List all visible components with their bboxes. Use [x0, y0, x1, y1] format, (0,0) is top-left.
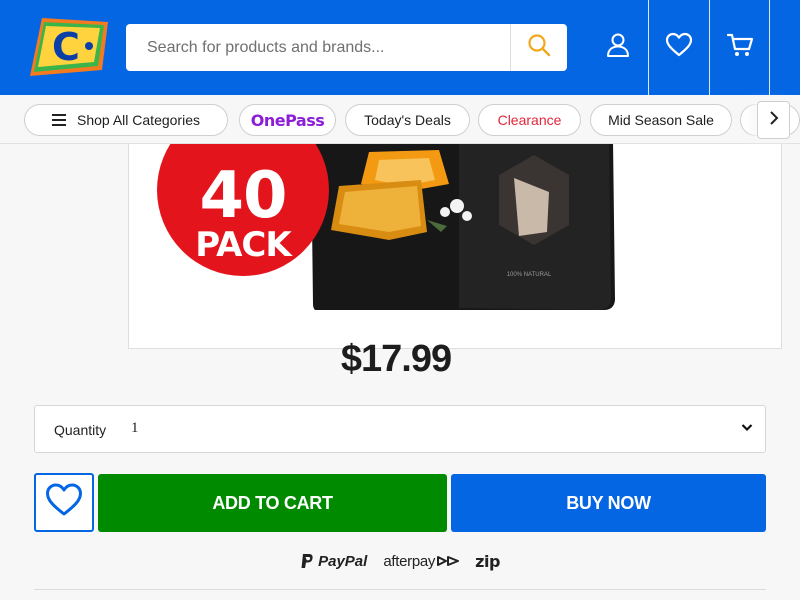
- chevron-right-icon: [769, 110, 779, 130]
- badge-word: PACK: [195, 225, 291, 265]
- afterpay-logo: afterpay: [383, 552, 460, 570]
- quantity-value: 1: [131, 420, 139, 436]
- svg-text:C: C: [52, 25, 80, 69]
- search-button[interactable]: [510, 24, 567, 71]
- section-divider: [34, 589, 766, 590]
- nav-todays-deals[interactable]: Today's Deals: [345, 104, 470, 136]
- paypal-logo: PayPal: [300, 553, 367, 570]
- nav-label: Mid Season Sale: [608, 112, 714, 128]
- product-package-image: 100% NATURAL: [311, 144, 615, 310]
- add-to-wishlist-button[interactable]: [34, 473, 94, 532]
- afterpay-arrows-icon: [437, 555, 460, 567]
- nav-label: Today's Deals: [364, 112, 451, 128]
- header-actions: [587, 0, 770, 95]
- paypal-icon: [300, 553, 314, 569]
- menu-icon: [52, 114, 67, 126]
- buy-now-button[interactable]: BUY NOW: [451, 474, 766, 532]
- quantity-select[interactable]: Quantity 1: [34, 405, 766, 453]
- pack-count-badge: 40 PACK: [157, 144, 329, 276]
- afterpay-label: afterpay: [383, 552, 436, 570]
- nav-label: Shop All Categories: [77, 112, 200, 128]
- onepass-logo: OnePass: [250, 110, 325, 130]
- zip-label: zip: [475, 551, 500, 571]
- add-to-cart-button[interactable]: ADD TO CART: [98, 474, 447, 532]
- paypal-label: PayPal: [318, 552, 368, 570]
- quantity-label: Quantity: [54, 422, 107, 438]
- nav-shop-all-categories[interactable]: Shop All Categories: [24, 104, 228, 136]
- category-nav: Shop All Categories OnePass Today's Deal…: [0, 95, 800, 144]
- nav-scroll-next-button[interactable]: [757, 101, 790, 139]
- nav-onepass[interactable]: OnePass: [239, 104, 336, 136]
- badge-number: 40: [199, 159, 287, 233]
- search-icon: [527, 33, 551, 62]
- wishlist-button[interactable]: [648, 0, 709, 95]
- product-image[interactable]: 100% NATURAL 40 PACK: [128, 144, 782, 349]
- search-bar: [126, 24, 567, 71]
- account-button[interactable]: [587, 0, 648, 95]
- nav-mid-season-sale[interactable]: Mid Season Sale: [590, 104, 732, 136]
- cart-button[interactable]: [709, 0, 770, 95]
- nav-label: Clearance: [497, 112, 562, 128]
- payment-methods: PayPal afterpay zip: [0, 548, 800, 574]
- nav-clearance[interactable]: Clearance: [478, 104, 581, 136]
- cart-icon: [726, 32, 754, 63]
- product-price: $17.99: [340, 338, 452, 380]
- site-header: C: [0, 0, 800, 95]
- zip-logo: zip: [475, 552, 500, 571]
- search-input[interactable]: [126, 24, 510, 71]
- heart-icon: [45, 483, 83, 522]
- account-icon: [605, 32, 631, 63]
- chevron-down-icon: [741, 422, 753, 432]
- site-logo[interactable]: C: [28, 16, 110, 78]
- svg-text:100% NATURAL: 100% NATURAL: [507, 272, 552, 278]
- wishlist-heart-icon: [665, 32, 693, 63]
